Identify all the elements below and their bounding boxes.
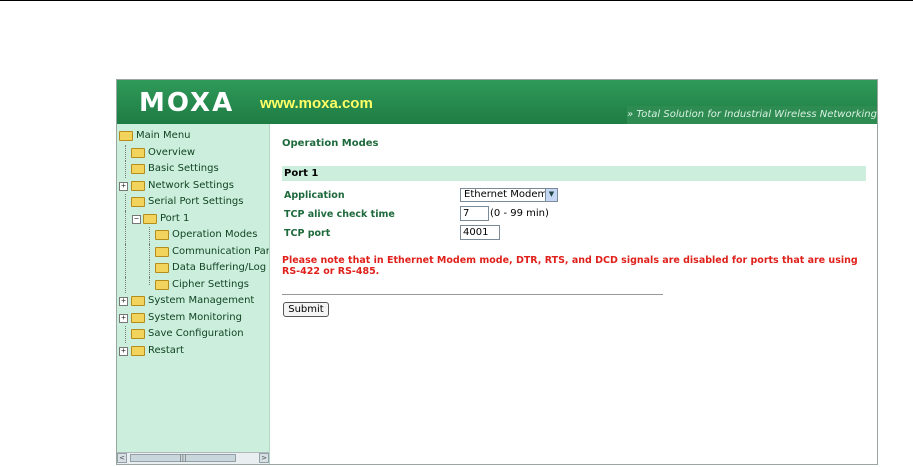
menu-item-data-buffering-log[interactable]: Data Buffering/Log (119, 260, 269, 277)
menu-item-network-settings[interactable]: + Network Settings (119, 178, 269, 195)
menu-item-overview[interactable]: Overview (119, 144, 269, 161)
tree-line (149, 243, 150, 260)
slogan: » Total Solution for Industrial Wireless… (627, 106, 877, 124)
tree-line (149, 260, 150, 277)
tree-line (149, 227, 150, 244)
menu-item-port-1[interactable]: − Port 1 (119, 210, 269, 227)
tree-line (125, 227, 126, 244)
menu-item-main-menu[interactable]: Main Menu (119, 128, 269, 145)
folder-icon (155, 246, 169, 257)
tcp-port-label: TCP port (284, 228, 331, 239)
menu-label: Basic Settings (148, 163, 219, 174)
scroll-left-icon[interactable]: < (117, 453, 127, 463)
expand-plus-icon[interactable]: + (119, 313, 128, 323)
folder-open-icon (131, 197, 145, 207)
expand-plus-icon[interactable]: + (119, 297, 128, 306)
menu-item-restart[interactable]: + Restart (119, 343, 269, 360)
menu-label: Data Buffering/Log (172, 262, 267, 273)
menu-item-serial-port-settings[interactable]: Serial Port Settings (119, 194, 269, 211)
tree-line (125, 326, 126, 343)
menu-item-system-management[interactable]: + System Management (119, 293, 269, 310)
folder-icon (155, 263, 169, 273)
tree-line (125, 144, 126, 161)
expand-plus-icon[interactable]: + (119, 181, 128, 191)
menu-label: Network Settings (148, 179, 234, 191)
folder-icon (131, 164, 145, 174)
menu-label: Cipher Settings (172, 278, 249, 290)
banner: MOXA www.moxa.com » Total Solution for I… (117, 80, 877, 124)
scrollbar-thumb[interactable]: ||| (130, 454, 236, 462)
menu-label: Communication Para (172, 245, 270, 257)
folder-icon (131, 180, 145, 191)
folder-icon (131, 329, 145, 339)
menu-item-basic-settings[interactable]: Basic Settings (119, 161, 269, 178)
folder-icon (155, 279, 169, 290)
tcp-alive-input[interactable]: 7 (460, 206, 489, 221)
folder-icon (131, 147, 145, 158)
menu-item-system-monitoring[interactable]: + System Monitoring (119, 310, 269, 327)
site-url[interactable]: www.moxa.com (260, 95, 373, 112)
tree-line (125, 210, 126, 227)
menu-item-cipher-settings[interactable]: Cipher Settings (119, 276, 269, 293)
browser-frame: MOXA www.moxa.com » Total Solution for I… (116, 79, 878, 465)
collapse-minus-icon[interactable]: − (132, 214, 141, 224)
menu-label: System Management (148, 295, 255, 306)
tree-line (125, 194, 126, 211)
tcp-port-input[interactable]: 4001 (460, 225, 500, 240)
application-select[interactable]: Ethernet Modem ▼ (460, 188, 558, 202)
warning-note: Please note that in Ethernet Modem mode,… (282, 255, 858, 277)
expand-plus-icon[interactable]: + (119, 346, 128, 356)
scroll-right-icon[interactable]: > (259, 453, 269, 463)
application-label: Application (284, 190, 345, 201)
menu-label: Port 1 (160, 212, 190, 224)
menu-item-communication-parameters[interactable]: Communication Para (119, 243, 270, 260)
main-content: Operation Modes Port 1 Application Ether… (270, 124, 877, 464)
divider (282, 294, 663, 295)
folder-icon (131, 296, 145, 306)
menu-label: Main Menu (136, 130, 191, 141)
submit-button[interactable]: Submit (283, 302, 329, 317)
folder-open-icon (143, 213, 157, 224)
folder-open-icon (119, 131, 133, 141)
application-value: Ethernet Modem (464, 189, 548, 200)
chevron-down-icon[interactable]: ▼ (545, 189, 557, 201)
folder-icon (131, 312, 145, 323)
menu-label: Save Configuration (148, 328, 244, 339)
tcp-alive-label: TCP alive check time (284, 209, 395, 220)
menu-label: Overview (148, 146, 196, 158)
folder-icon (131, 345, 145, 356)
tree-line (125, 161, 126, 178)
sidebar-menu: Main Menu Overview Basic Settings + Netw… (117, 124, 270, 464)
menu-item-operation-modes[interactable]: Operation Modes (119, 227, 269, 244)
horizontal-scrollbar[interactable]: < ||| > (117, 452, 269, 464)
section-header: Port 1 (282, 166, 866, 181)
tree-line (125, 243, 126, 260)
menu-item-save-configuration[interactable]: Save Configuration (119, 326, 269, 343)
tree-line (149, 276, 150, 285)
top-rule (0, 0, 913, 1)
tcp-alive-hint: (0 - 99 min) (490, 208, 549, 219)
tree-line (125, 260, 126, 277)
menu-label: System Monitoring (148, 311, 242, 323)
menu-label: Restart (148, 344, 184, 356)
moxa-logo: MOXA (139, 88, 235, 118)
menu-label: Operation Modes (172, 229, 258, 240)
page-title: Operation Modes (282, 138, 379, 149)
tree-line (125, 276, 126, 293)
folder-icon (155, 230, 169, 240)
menu-label: Serial Port Settings (148, 196, 244, 207)
menu-tree: Main Menu Overview Basic Settings + Netw… (119, 128, 270, 360)
